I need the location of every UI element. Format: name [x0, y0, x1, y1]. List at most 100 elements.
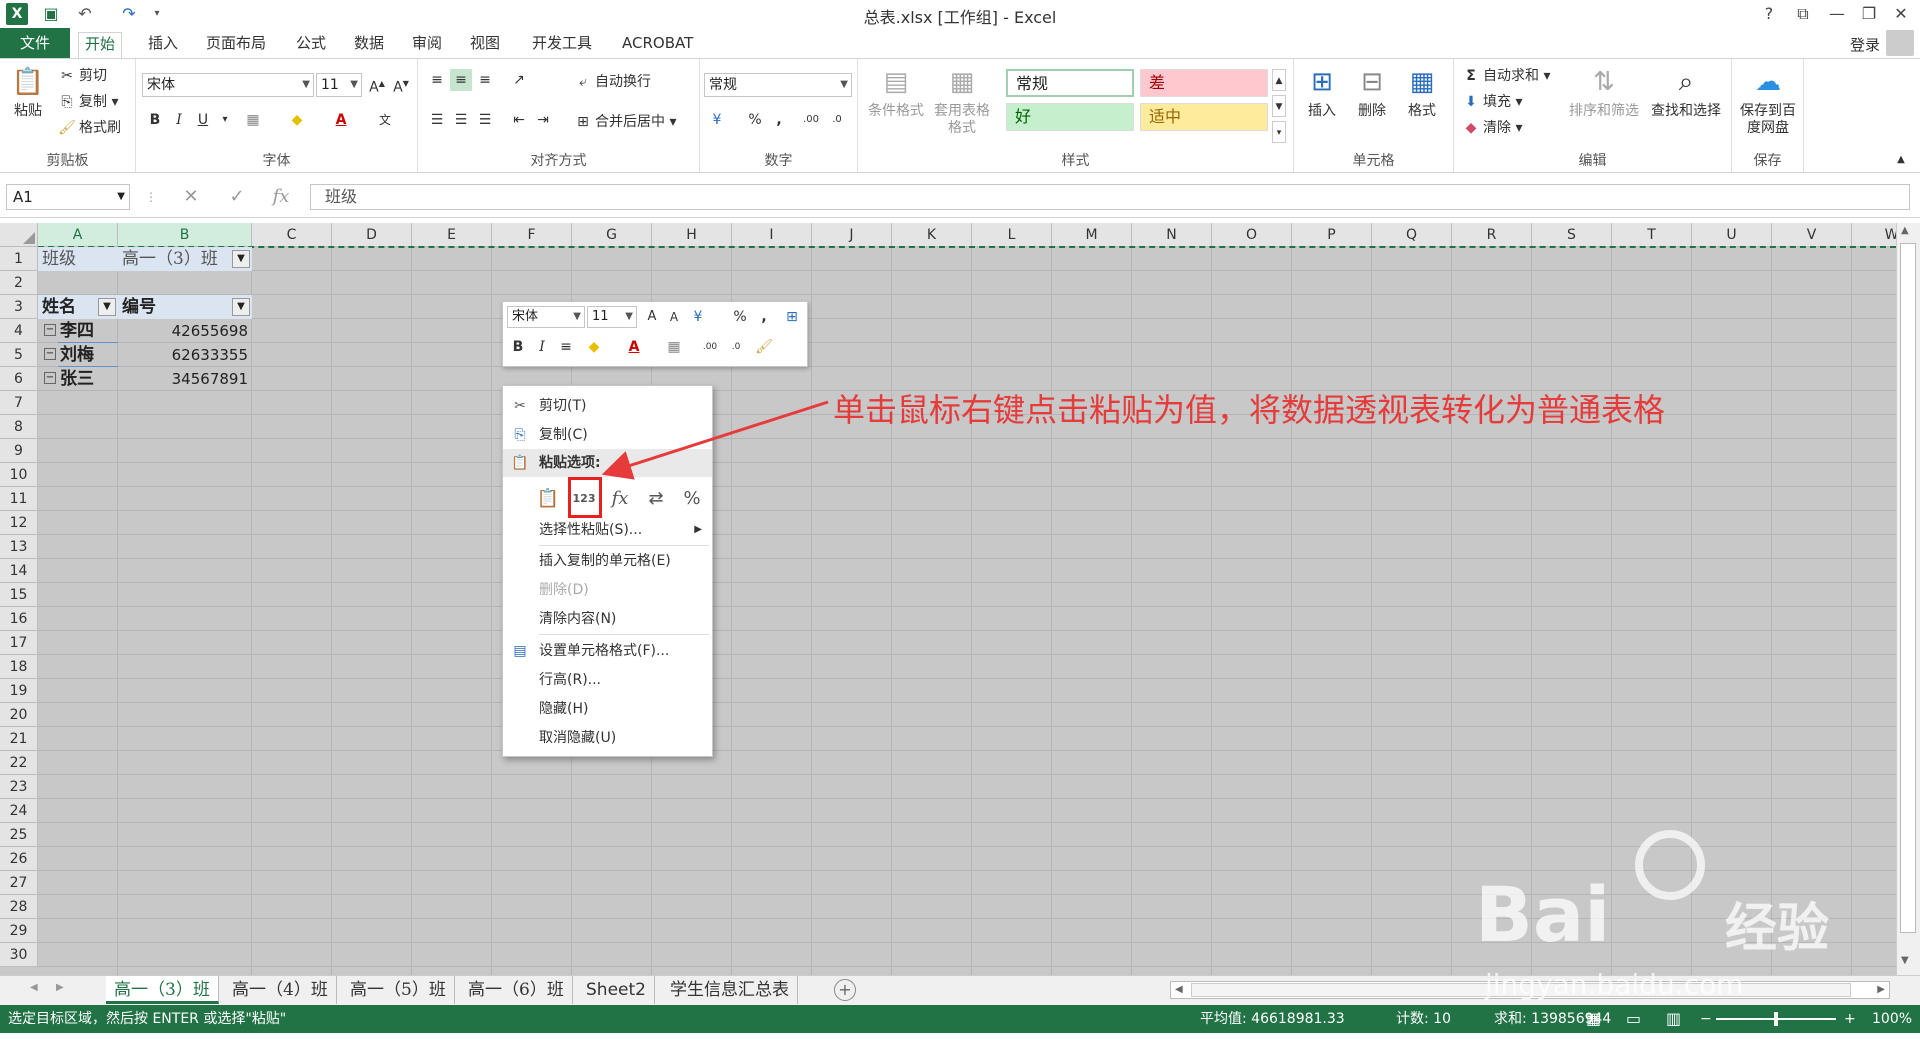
decrease-decimal-icon[interactable]: .0	[826, 109, 848, 131]
row-header[interactable]: 3	[0, 295, 38, 319]
percent-icon[interactable]: %	[744, 109, 766, 131]
cell-name[interactable]: 张三	[56, 367, 116, 391]
mini-comma-icon[interactable]: ,	[753, 306, 775, 328]
menu-item-insert-copied[interactable]: 插入复制的单元格(E)	[503, 547, 712, 575]
row-header[interactable]: 16	[0, 607, 38, 631]
font-size-combo[interactable]: 11 ▼	[316, 73, 362, 97]
minimize-icon[interactable]: —	[1820, 2, 1854, 26]
row-header[interactable]: 5	[0, 343, 38, 367]
row-header[interactable]: 23	[0, 775, 38, 799]
insert-function-icon[interactable]: fx	[266, 184, 296, 210]
vertical-scrollbar[interactable]: ▲ ▼	[1896, 223, 1920, 975]
mini-format-painter-icon[interactable]: 🖌	[753, 336, 775, 358]
row-header[interactable]: 15	[0, 583, 38, 607]
tab-home[interactable]: 开始	[78, 32, 123, 59]
row-header[interactable]: 19	[0, 679, 38, 703]
menu-item-unhide[interactable]: 取消隐藏(U)	[503, 724, 712, 752]
collapse-icon[interactable]: −	[44, 324, 56, 336]
align-center-icon[interactable]: ☰	[450, 109, 472, 131]
column-header[interactable]: L	[972, 223, 1052, 247]
align-right-icon[interactable]: ☰	[474, 109, 496, 131]
menu-item-paste-special[interactable]: 选择性粘贴(S)... ▶	[503, 516, 712, 544]
mini-font-grow-icon[interactable]: A	[641, 306, 663, 328]
row-header[interactable]: 27	[0, 871, 38, 895]
enter-icon[interactable]: ✓	[222, 184, 252, 210]
column-header[interactable]: D	[332, 223, 412, 247]
sheet-tab-1[interactable]: 高一（3）班	[106, 976, 219, 1004]
styles-scroll-up-icon[interactable]: ▲	[1272, 69, 1286, 91]
ribbon-display-icon[interactable]: ⧉	[1786, 2, 1820, 26]
prev-sheet-icon[interactable]: ◀	[30, 982, 38, 993]
font-name-combo[interactable]: 宋体 ▼	[142, 73, 314, 97]
column-header[interactable]: S	[1532, 223, 1612, 247]
underline-icon[interactable]: U	[192, 109, 214, 131]
paste-button[interactable]: 📋 粘贴	[6, 65, 50, 120]
help-icon[interactable]: ?	[1752, 2, 1786, 26]
row-header[interactable]: 28	[0, 895, 38, 919]
name-box[interactable]: A1 ▼	[6, 184, 130, 210]
align-top-icon[interactable]: ≡	[426, 69, 448, 91]
cell-name[interactable]: 李四	[56, 319, 116, 343]
fill-button[interactable]: ⬇ 填充 ▾	[1462, 91, 1522, 111]
mini-size-combo[interactable]: 11 ▼	[587, 306, 637, 328]
column-header[interactable]: G	[572, 223, 652, 247]
sheet-tab-5[interactable]: Sheet2	[578, 976, 655, 1004]
column-header[interactable]: B	[118, 223, 252, 247]
column-header[interactable]: E	[412, 223, 492, 247]
mini-fill-color-icon[interactable]: ◆	[583, 336, 605, 358]
clear-button[interactable]: ◆ 清除 ▾	[1462, 117, 1523, 137]
row-header[interactable]: 1	[0, 247, 38, 271]
cut-button[interactable]: ✂ 剪切	[58, 65, 107, 85]
menu-item-format-cells[interactable]: ▤ 设置单元格格式(F)...	[503, 637, 712, 665]
column-header[interactable]: A	[38, 223, 118, 247]
menu-item-hide[interactable]: 隐藏(H)	[503, 695, 712, 723]
sort-filter-button[interactable]: ⇅ 排序和筛选	[1564, 65, 1644, 120]
phonetic-icon[interactable]: 文	[374, 109, 396, 131]
autosum-button[interactable]: Σ 自动求和 ▾	[1462, 65, 1550, 85]
styles-more-icon[interactable]: ▾	[1272, 121, 1286, 143]
number-format-combo[interactable]: 常规 ▼	[704, 73, 852, 97]
column-header[interactable]: T	[1612, 223, 1692, 247]
avatar[interactable]	[1886, 30, 1914, 56]
conditional-format-button[interactable]: ▤ 条件格式	[864, 65, 928, 120]
collapse-icon[interactable]: −	[44, 348, 56, 360]
format-cells-button[interactable]: ▦ 格式	[1398, 65, 1446, 120]
next-sheet-icon[interactable]: ▶	[56, 982, 64, 993]
insert-cells-button[interactable]: ⊞ 插入	[1298, 65, 1346, 120]
mini-align-icon[interactable]: ≡	[555, 336, 577, 358]
row-header[interactable]: 9	[0, 439, 38, 463]
column-header[interactable]: Q	[1372, 223, 1452, 247]
cell-id[interactable]: 62633355	[118, 343, 252, 367]
underline-dropdown-icon[interactable]: ▾	[214, 109, 236, 131]
style-normal[interactable]: 常规	[1006, 69, 1134, 97]
column-filter-icon[interactable]: ▼	[232, 298, 250, 316]
font-color-icon[interactable]: A	[330, 109, 352, 131]
scroll-thumb[interactable]	[1900, 243, 1916, 933]
cell-a1[interactable]: 班级	[38, 247, 118, 271]
mini-font-combo[interactable]: 宋体 ▼	[507, 306, 585, 328]
sheet-tab-4[interactable]: 高一（6）班	[460, 976, 573, 1004]
column-header[interactable]: F	[492, 223, 572, 247]
menu-item-row-height[interactable]: 行高(R)...	[503, 666, 712, 694]
tab-developer[interactable]: 开发工具	[526, 32, 598, 56]
style-good[interactable]: 好	[1006, 103, 1134, 131]
mini-font-shrink-icon[interactable]: A	[663, 306, 685, 328]
row-header[interactable]: 14	[0, 559, 38, 583]
row-header[interactable]: 29	[0, 919, 38, 943]
align-left-icon[interactable]: ☰	[426, 109, 448, 131]
comma-icon[interactable]: ,	[768, 109, 790, 131]
align-middle-icon[interactable]: ≡	[450, 69, 472, 91]
zoom-slider-thumb[interactable]	[1774, 1012, 1778, 1026]
wrap-text-button[interactable]: ⤶ 自动换行	[574, 71, 651, 91]
row-header[interactable]: 20	[0, 703, 38, 727]
menu-item-clear[interactable]: 清除内容(N)	[503, 605, 712, 633]
row-header[interactable]: 7	[0, 391, 38, 415]
tab-acrobat[interactable]: ACROBAT	[616, 32, 699, 56]
row-header[interactable]: 18	[0, 655, 38, 679]
mini-font-color-icon[interactable]: A	[623, 336, 645, 358]
fill-color-icon[interactable]: ◆	[286, 109, 308, 131]
row-header[interactable]: 4	[0, 319, 38, 343]
column-header[interactable]: H	[652, 223, 732, 247]
copy-button[interactable]: ⎘ 复制 ▾	[58, 91, 118, 111]
paste-icon[interactable]: 📋	[535, 484, 561, 514]
